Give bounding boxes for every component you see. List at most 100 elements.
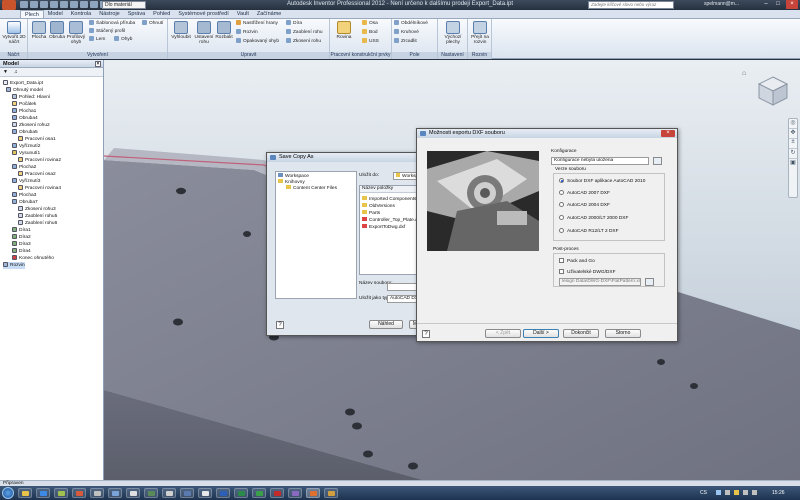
tree-item[interactable]: Obruba4 — [12, 115, 38, 122]
look-at-icon[interactable]: ▣ — [789, 159, 797, 169]
tree-item[interactable]: Pracovní osa1 — [18, 136, 56, 143]
tree-item[interactable]: Díra3 — [12, 241, 31, 248]
tab-model[interactable]: Model — [44, 10, 67, 18]
contour-roll-button[interactable]: Stáčený profil — [89, 28, 125, 35]
tree-item[interactable]: Export_Data.ipt — [3, 80, 43, 87]
pan-icon[interactable]: ✥ — [789, 129, 797, 139]
taskbar-word-icon[interactable] — [216, 488, 230, 498]
tree-item[interactable]: Pracovní rovina2 — [18, 157, 61, 164]
volume-icon[interactable] — [752, 490, 757, 495]
tab-sprava[interactable]: Správa — [124, 10, 149, 18]
tab-vault[interactable]: Vault — [233, 10, 253, 18]
help-icon[interactable]: ? — [422, 330, 430, 338]
rip-button[interactable]: Rozbalit — [215, 21, 233, 40]
close-icon[interactable]: × — [95, 61, 101, 67]
fold-button[interactable]: Ohnutí — [142, 20, 163, 27]
maximize-icon[interactable]: □ — [772, 0, 784, 9]
file-item[interactable]: Imported Components — [362, 196, 416, 203]
filetype-select[interactable]: AutoCAD DXF Files (*.dxf) — [387, 295, 419, 303]
tree-item[interactable]: Vyříznutí2 — [12, 143, 40, 150]
name-column-header[interactable]: Název položky — [360, 186, 418, 193]
browse-icon[interactable] — [645, 278, 654, 286]
tab-plech[interactable]: Plech — [20, 10, 44, 18]
file-item[interactable]: OldVersions — [362, 203, 395, 210]
version-option[interactable]: AutoCAD 2000/LT 2000 DXF — [559, 215, 628, 222]
tray-icon[interactable] — [734, 490, 739, 495]
tree-item[interactable]: Plocha1 — [12, 108, 36, 115]
tree-item[interactable]: Vysunutí1 — [12, 150, 40, 157]
back-button[interactable]: < Zpět — [485, 329, 521, 338]
plane-button[interactable]: Rovina — [334, 21, 354, 40]
version-option[interactable]: AutoCAD 2007 DXF — [559, 190, 610, 197]
version-option[interactable]: Soubor DXF aplikace AutoCAD 2010 — [559, 178, 645, 185]
taskbar-app-icon[interactable] — [54, 488, 68, 498]
taskbar-app-icon[interactable] — [162, 488, 176, 498]
taskbar-app-icon[interactable] — [252, 488, 266, 498]
ucs-button[interactable]: USS — [362, 38, 379, 45]
file-item[interactable]: Controller_Top_Plate.dwg — [362, 217, 424, 224]
find-icon[interactable]: ♫ — [14, 69, 18, 75]
circular-pattern-button[interactable]: Kruhové — [394, 29, 419, 36]
tab-nastroje[interactable]: Nástroje — [95, 10, 123, 18]
tree-item[interactable]: Ohnutý model — [6, 87, 43, 94]
tree-item[interactable]: Pracovní rovina4 — [18, 185, 61, 192]
config-select[interactable]: Konfigurace nebyla uložena — [551, 157, 649, 165]
create-2d-sketch-button[interactable]: Vytvořit 2D náčrt — [2, 21, 26, 45]
cut-button[interactable]: Vyhloubit — [170, 21, 192, 40]
sheet-metal-defaults-button[interactable]: Výchozí plechy — [440, 21, 466, 45]
viewcube[interactable] — [756, 74, 790, 108]
finish-button[interactable]: Dokončit — [563, 329, 599, 338]
steering-wheel-icon[interactable]: ◎ — [789, 119, 797, 129]
tree-item[interactable]: Plocha3 — [12, 192, 36, 199]
next-button[interactable]: Další > — [523, 329, 559, 338]
rectangular-pattern-button[interactable]: Obdélníkové — [394, 20, 428, 27]
taskbar-excel-icon[interactable] — [234, 488, 248, 498]
edge-trim-button[interactable]: Nastřižení hrany — [236, 20, 278, 27]
taskbar-app-icon[interactable] — [144, 488, 158, 498]
tree-item[interactable]: Pracovní osa2 — [18, 171, 56, 178]
place-content-center[interactable]: Content Center Files — [286, 185, 337, 192]
tab-prostredi[interactable]: Systémové prostředí — [174, 10, 232, 18]
taskbar-app-icon[interactable] — [180, 488, 194, 498]
taskbar-app-icon[interactable] — [288, 488, 302, 498]
home-view-icon[interactable]: ⌂ — [742, 70, 750, 78]
refold-button[interactable]: Opakovaný ohyb — [236, 38, 279, 45]
save-config-icon[interactable] — [653, 157, 662, 165]
close-icon[interactable]: × — [661, 130, 675, 137]
tree-item[interactable]: Počátek — [12, 101, 36, 108]
version-option[interactable]: AutoCAD 2004 DXF — [559, 202, 610, 209]
hem-button[interactable]: Lem — [89, 36, 105, 43]
file-item[interactable]: Parts — [362, 210, 380, 217]
taskbar-app-icon[interactable] — [108, 488, 122, 498]
taskbar-chrome-icon[interactable] — [72, 488, 86, 498]
clock[interactable]: 15:26 — [772, 490, 785, 496]
tree-item[interactable]: Zaoblení rohu6 — [18, 220, 57, 227]
taskbar-inventor-icon[interactable] — [306, 488, 320, 498]
tree-item[interactable]: Obruba7 — [12, 199, 38, 206]
tree-item[interactable]: Zkosení rohu2 — [12, 122, 50, 129]
taskbar-app-icon[interactable] — [324, 488, 338, 498]
unfold-button[interactable]: Rozvin — [236, 29, 258, 36]
tree-item[interactable]: Díra4 — [12, 248, 31, 255]
filter-icon[interactable]: ▼ — [3, 69, 8, 75]
point-button[interactable]: Bod — [362, 29, 378, 36]
tab-pohled[interactable]: Pohled — [149, 10, 174, 18]
user-account[interactable]: spelmann@m... — [704, 1, 739, 7]
version-option[interactable]: AutoCAD R12/LT 2 DXF — [559, 228, 619, 235]
lofted-flange-button[interactable]: Šablonová příruba — [89, 20, 135, 27]
tree-item[interactable]: Díra1 — [12, 227, 31, 234]
taskbar-app-icon[interactable] — [126, 488, 140, 498]
tree-item[interactable]: Rozvin — [3, 262, 25, 269]
corner-chamfer-button[interactable]: Zkosení rohu — [286, 38, 321, 45]
tree-item[interactable]: Zaoblení rohu5 — [18, 213, 57, 220]
tray-icon[interactable] — [716, 490, 721, 495]
preview-button[interactable]: Náhled — [369, 320, 403, 329]
pack-and-go-checkbox[interactable]: Pack and Go — [559, 258, 595, 265]
hole-button[interactable]: Díra — [286, 20, 302, 27]
zoom-icon[interactable]: ± — [789, 139, 797, 149]
language-indicator[interactable]: CS — [700, 490, 707, 496]
cancel-button[interactable]: Storno — [605, 329, 641, 338]
tree-item[interactable]: Zkosení rohu3 — [18, 206, 56, 213]
taskbar-acrobat-icon[interactable] — [270, 488, 284, 498]
flange-button[interactable]: Obruba — [48, 21, 66, 40]
